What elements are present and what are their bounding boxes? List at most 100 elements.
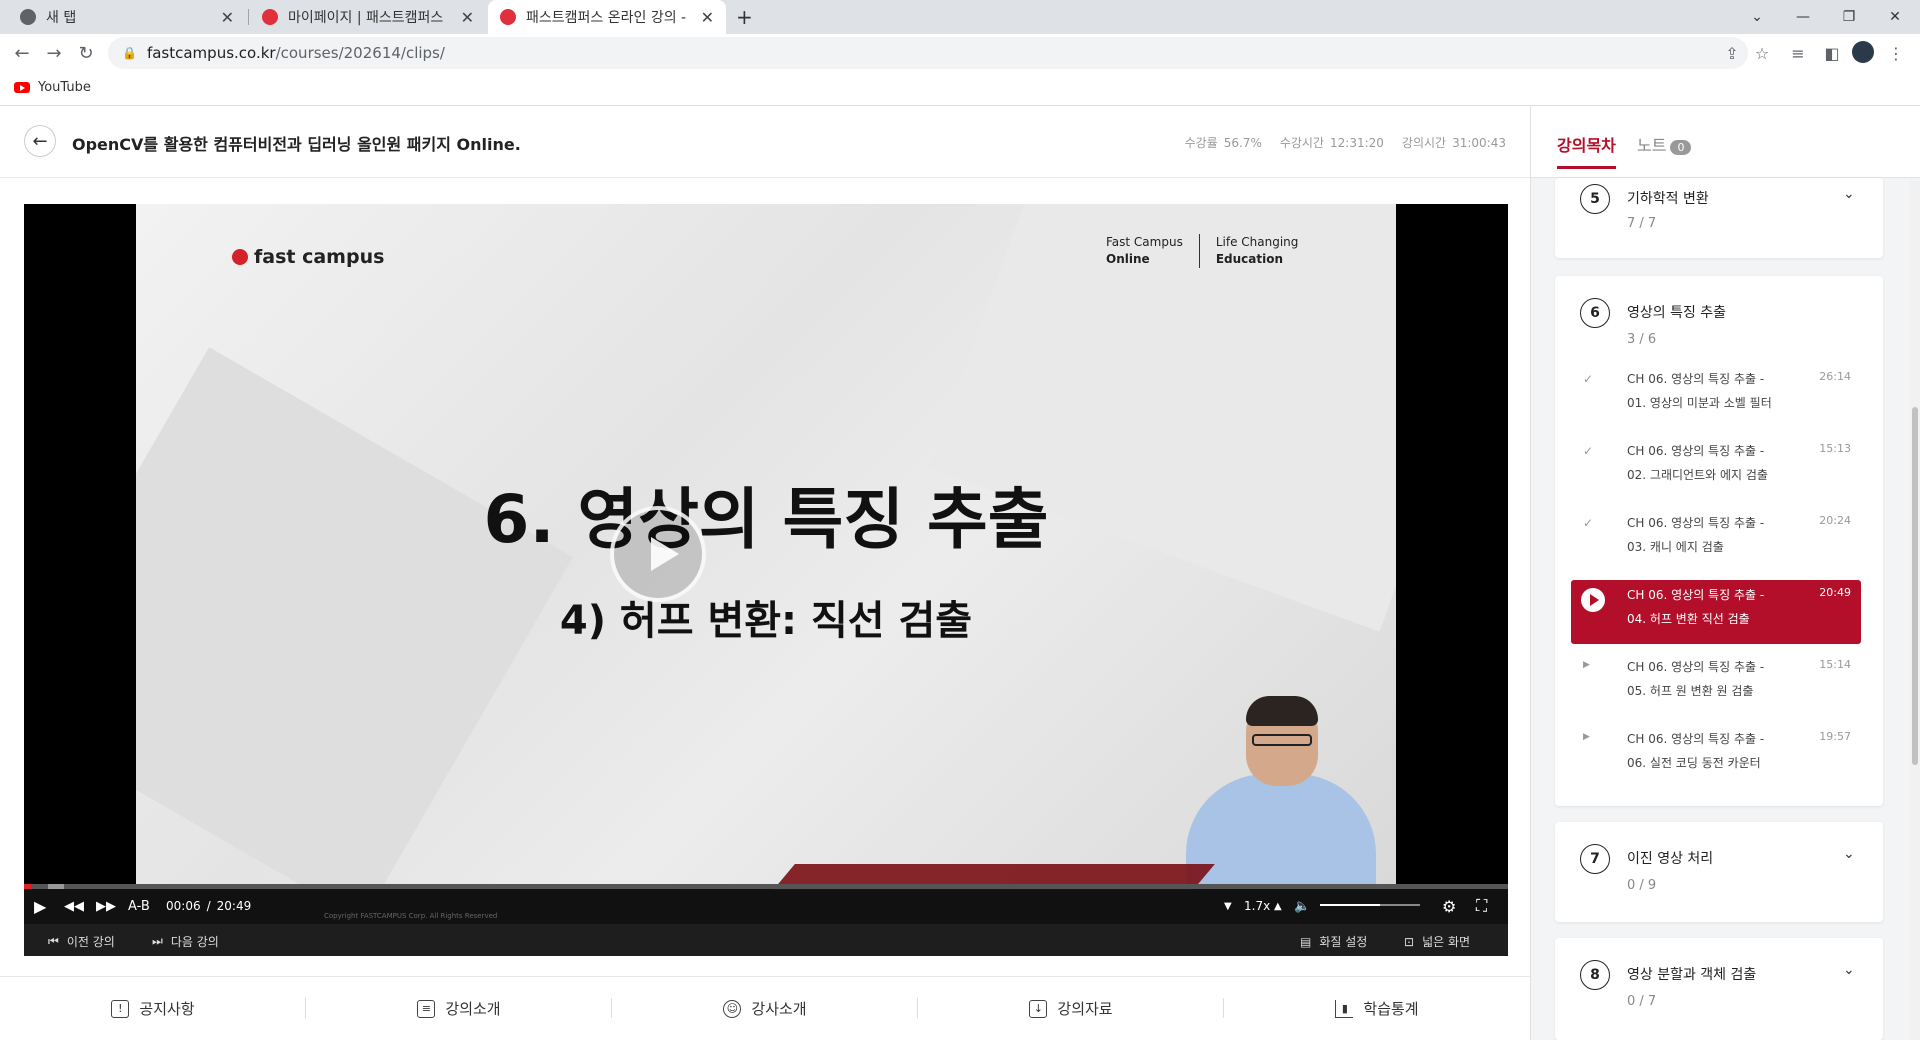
bookmark-star-icon[interactable]: ☆ (1750, 41, 1774, 65)
minimize-button[interactable]: — (1780, 0, 1826, 34)
video-player[interactable]: fast campus Fast Campus Online Life Chang… (24, 204, 1508, 956)
lecture-item[interactable]: ✓ CH 06. 영상의 특징 추출 - 02. 그래디언트와 에지 검출 15… (1571, 436, 1861, 500)
chapter-number: 5 (1580, 184, 1610, 214)
forward-icon[interactable]: → (42, 41, 66, 65)
side-panel-icon[interactable]: ◧ (1820, 41, 1844, 65)
notice-icon: ! (111, 999, 130, 1018)
new-tab-button[interactable]: + (736, 5, 753, 29)
media-control-icon[interactable]: ≡ (1786, 41, 1810, 65)
lecture-item[interactable]: ▶ CH 06. 영상의 특징 추출 - 06. 실전 코딩 동전 카운터 19… (1571, 724, 1861, 788)
tab-divider (248, 9, 249, 25)
chapter-number: 6 (1580, 298, 1610, 328)
lecture-title: 03. 캐니 에지 검출 (1627, 540, 1724, 554)
big-play-icon[interactable] (610, 506, 706, 602)
lecture-chapter: CH 06. 영상의 특징 추출 - (1627, 516, 1765, 530)
sidebar-tabs: 강의목차 노트 0 (1531, 106, 1920, 178)
instructor-video (1186, 696, 1376, 884)
quality-setting-button[interactable]: ▤ 화질 설정 (1300, 933, 1367, 950)
nav-materials[interactable]: ↓ 강의자료 (918, 998, 1224, 1019)
lecture-item-current[interactable]: CH 06. 영상의 특징 추출 - 04. 허프 변환 직선 검출 20:49 (1571, 580, 1861, 644)
background-shape (928, 204, 1396, 632)
chapter-card-7[interactable]: 7 이진 영상 처리 0 / 9 ⌄ (1555, 822, 1883, 922)
play-icon[interactable]: ▶ (34, 896, 46, 916)
nav-notice[interactable]: ! 공지사항 (0, 998, 306, 1019)
next-lecture-button[interactable]: ⏭ 다음 강의 (152, 933, 219, 950)
bookmark-label: YouTube (38, 80, 91, 95)
check-icon: ✓ (1583, 444, 1594, 458)
chapter-card-5[interactable]: 5 기하학적 변환 7 / 7 ⌄ (1555, 178, 1883, 258)
tab-title: 패스트캠퍼스 온라인 강의 - (526, 10, 687, 26)
skip-next-icon: ⏭ (152, 934, 163, 948)
tab-notes[interactable]: 노트 0 (1637, 132, 1692, 156)
browser-tab-course[interactable]: 패스트캠퍼스 온라인 강의 - ✕ (488, 0, 726, 34)
scrollbar-thumb[interactable] (1912, 407, 1918, 765)
volume-slider[interactable] (1320, 904, 1420, 906)
chapter-card-8[interactable]: 8 영상 분할과 객체 검출 0 / 7 ⌄ (1555, 938, 1883, 1040)
chapter-count: 0 / 9 (1627, 878, 1657, 893)
speed-down-icon[interactable]: ▼ (1224, 896, 1232, 916)
rewind-icon[interactable]: ◀◀ (64, 896, 84, 916)
logo-mark-icon (232, 249, 248, 265)
url-field[interactable]: 🔒 fastcampus.co.kr/courses/202614/clips/ (108, 37, 1748, 69)
nav-instructor[interactable]: ☺ 강사소개 (612, 998, 918, 1019)
volume-icon[interactable]: 🔈 (1294, 896, 1310, 916)
close-window-button[interactable]: ✕ (1872, 0, 1918, 34)
profile-avatar[interactable] (1852, 41, 1874, 63)
player-controls: Copyright FASTCAMPUS Corp. All Rights Re… (24, 884, 1508, 924)
nav-course-intro[interactable]: ≡ 강의소개 (306, 998, 612, 1019)
time-display: 00:06 / 20:49 (166, 896, 251, 916)
volume-level (1320, 904, 1380, 906)
reload-icon[interactable]: ↻ (74, 41, 98, 65)
lecture-title: 04. 허프 변환 직선 검출 (1627, 612, 1750, 626)
close-tab-icon[interactable]: ✕ (221, 8, 234, 27)
close-tab-icon[interactable]: ✕ (701, 8, 714, 27)
speed-up-icon[interactable]: ▲ (1274, 896, 1282, 916)
bar-chart-icon: ▮ (1335, 999, 1354, 1018)
person-icon: ☺ (723, 999, 742, 1018)
close-tab-icon[interactable]: ✕ (461, 8, 474, 27)
fast-forward-icon[interactable]: ▶▶ (96, 896, 116, 916)
lecture-duration: 20:49 (1819, 586, 1851, 599)
settings-gear-icon[interactable]: ⚙ (1442, 896, 1456, 916)
back-icon[interactable]: ← (10, 41, 34, 65)
chevron-down-icon[interactable]: ⌄ (1843, 846, 1855, 862)
menu-kebab-icon[interactable]: ⋮ (1884, 41, 1908, 65)
speed-value: 1.7x (1244, 899, 1271, 913)
seek-bar[interactable] (24, 884, 1508, 889)
lecture-chapter: CH 06. 영상의 특징 추출 - (1627, 732, 1765, 746)
chapter-count: 0 / 7 (1627, 994, 1657, 1009)
wide-screen-button[interactable]: ⊡ 넓은 화면 (1404, 933, 1470, 950)
browser-tab-new[interactable]: 새 탭 ✕ (8, 0, 246, 34)
share-icon[interactable]: ⇪ (1720, 41, 1744, 65)
address-bar-row: ← → ↻ 🔒 fastcampus.co.kr/courses/202614/… (0, 34, 1920, 72)
tab-search-icon[interactable]: ⌄ (1734, 0, 1780, 34)
instructor-glasses (1252, 734, 1312, 746)
fastcampus-favicon (262, 9, 278, 25)
duration: 20:49 (216, 899, 252, 913)
chevron-down-icon[interactable]: ⌄ (1843, 186, 1855, 202)
fullscreen-icon[interactable]: ⛶ (1476, 896, 1487, 916)
tab-curriculum[interactable]: 강의목차 (1557, 132, 1616, 169)
skip-prev-icon: ⏮ (48, 934, 59, 948)
restore-button[interactable]: ❐ (1826, 0, 1872, 34)
lecture-item[interactable]: ✓ CH 06. 영상의 특징 추출 - 01. 영상의 미분과 소벨 필터 2… (1571, 364, 1861, 428)
note-count-badge: 0 (1670, 140, 1692, 155)
back-arrow-icon[interactable]: ← (24, 125, 56, 157)
chevron-down-icon[interactable]: ⌄ (1843, 962, 1855, 978)
youtube-icon (14, 82, 30, 93)
lecture-item[interactable]: ✓ CH 06. 영상의 특징 추출 - 03. 캐니 에지 검출 20:24 (1571, 508, 1861, 572)
stat-lecture-time: 강의시간 31:00:43 (1401, 136, 1506, 150)
chapter-card-6[interactable]: 6 영상의 특징 추출 3 / 6 ✓ CH 06. 영상의 특징 추출 - 0… (1555, 276, 1883, 806)
download-doc-icon: ↓ (1029, 999, 1048, 1018)
lecture-title: 02. 그래디언트와 에지 검출 (1627, 468, 1768, 482)
ab-repeat-button[interactable]: A-B (128, 896, 150, 916)
sidebar-scrollbar[interactable] (1910, 181, 1920, 1040)
browser-tab-mypage[interactable]: 마이페이지 | 패스트캠퍼스 ✕ (250, 0, 486, 34)
nav-stats[interactable]: ▮ 학습통계 (1224, 998, 1530, 1019)
slide-tagline: Fast Campus Online Life Changing Education (1090, 234, 1314, 268)
bookmark-youtube[interactable]: YouTube (14, 80, 91, 95)
lecture-title: 06. 실전 코딩 동전 카운터 (1627, 756, 1761, 770)
instructor-body (1186, 774, 1376, 884)
prev-lecture-button[interactable]: ⏮ 이전 강의 (48, 933, 115, 950)
lecture-item[interactable]: ▶ CH 06. 영상의 특징 추출 - 05. 허프 원 변환 원 검출 15… (1571, 652, 1861, 716)
